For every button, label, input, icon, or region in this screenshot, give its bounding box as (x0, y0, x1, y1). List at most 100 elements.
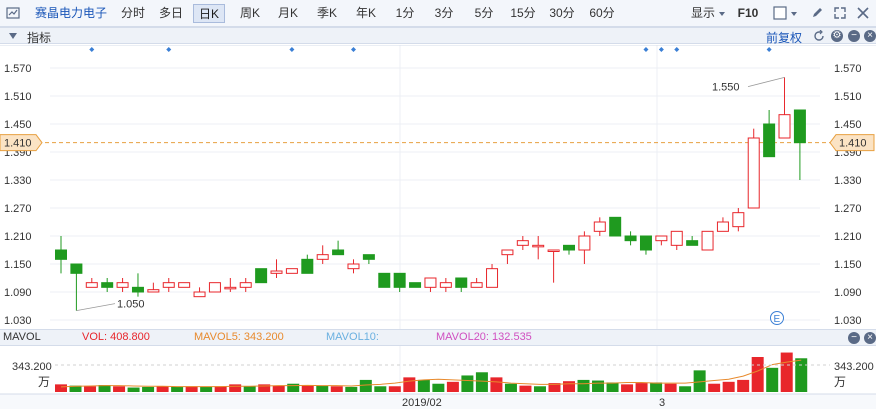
tab-period[interactable]: 分时 (116, 4, 150, 23)
tab-period[interactable]: 15分 (506, 4, 540, 23)
expand-icon[interactable] (833, 6, 847, 20)
volume-bar (621, 384, 634, 392)
volume-level-left: 343.200 (12, 361, 52, 373)
settings-icon[interactable]: ⚙ (831, 30, 843, 42)
candle-body (670, 230, 683, 246)
price-tag-label: 1.410 (4, 138, 32, 150)
candle-body (532, 244, 545, 248)
mavol5-value: MAVOL5: 343.200 (194, 331, 284, 343)
mavol-label[interactable]: MAVOL (3, 331, 41, 343)
candle-body (455, 277, 468, 288)
checkbox-icon[interactable] (773, 6, 787, 20)
candle-body (193, 291, 206, 298)
indicator-label[interactable]: 指标 (27, 29, 51, 46)
minus-icon[interactable]: − (848, 30, 860, 42)
chart-background (0, 45, 876, 329)
volume-bar (403, 377, 416, 392)
stock-list-icon[interactable] (6, 6, 20, 20)
candle-body (208, 282, 221, 293)
candle-body (501, 249, 514, 256)
stock-name[interactable]: 赛晶电力电子 (27, 4, 115, 23)
f10-button[interactable]: F10 (735, 4, 761, 23)
candle[interactable] (178, 282, 191, 288)
volume-bar: MAVOL VOL: 408.800 MAVOL5: 343.200 MAVOL… (0, 329, 876, 346)
collapse-triangle-icon[interactable] (9, 32, 17, 40)
current-price-tag: 1.410 (0, 134, 43, 152)
low-price-label: 1.050 (117, 299, 145, 311)
y-tick-right: 1.210 (834, 231, 862, 243)
candle[interactable] (208, 282, 221, 293)
tab-period[interactable]: 1分 (390, 4, 420, 23)
display-menu[interactable]: 显示 (688, 4, 718, 23)
minus-icon[interactable]: − (848, 332, 860, 344)
tab-period[interactable]: 60分 (585, 4, 619, 23)
adjust-button[interactable]: 前复权 (766, 29, 802, 46)
candle[interactable] (609, 216, 622, 237)
volume-bar (432, 383, 445, 392)
candle-body (316, 254, 329, 260)
tab-period[interactable]: 30分 (545, 4, 579, 23)
candle[interactable] (255, 268, 268, 284)
tab-period[interactable]: 多日 (153, 4, 189, 23)
candle[interactable] (747, 128, 760, 209)
candle-body (778, 114, 791, 139)
volume-bar (272, 385, 285, 392)
volume-bar (330, 386, 343, 392)
candle-body (716, 221, 729, 232)
tab-period[interactable]: 季K (311, 4, 343, 23)
volume-bar (417, 379, 430, 392)
chevron-down-icon[interactable] (790, 10, 798, 18)
volume-bar (229, 384, 242, 392)
y-tick-left: 1.330 (4, 175, 32, 187)
candle[interactable] (285, 268, 298, 274)
y-tick-right: 1.090 (834, 287, 862, 299)
tab-period[interactable]: 5分 (469, 4, 499, 23)
candle[interactable] (378, 272, 391, 288)
candlestick-chart[interactable]: 1.570 1.5701.510 1.5101.450 1.4501.390 1.390… (0, 45, 876, 329)
volume-bar (490, 377, 503, 392)
volume-bar (722, 381, 735, 392)
volume-bar (650, 382, 663, 392)
vol-value: VOL: 408.800 (82, 331, 150, 343)
tab-period[interactable]: 月K (272, 4, 304, 23)
candle-body (55, 249, 67, 260)
volume-unit-left: 万 (38, 375, 50, 389)
e-marker-icon[interactable]: E (770, 311, 784, 326)
close-panel-icon[interactable]: × (864, 332, 876, 344)
candle-body (239, 282, 252, 288)
volume-chart[interactable]: 343.200 343.200 万 万 2019/02 3 (0, 346, 876, 409)
volume-bar (287, 383, 300, 392)
volume-bar (606, 382, 619, 392)
close-icon[interactable] (856, 6, 870, 20)
high-price-label: 1.550 (712, 82, 740, 94)
candle[interactable] (409, 282, 422, 288)
volume-bar (795, 358, 808, 392)
candle-body (624, 235, 637, 242)
mavol20-value: MAVOL20: 132.535 (436, 331, 532, 343)
candle-body (686, 240, 699, 246)
tab-period[interactable]: 日K (193, 4, 225, 23)
tab-period[interactable]: 周K (234, 4, 266, 23)
candle-body (516, 240, 529, 246)
volume-bar (751, 357, 764, 392)
refresh-icon[interactable] (813, 30, 825, 42)
indicator-bar: 指标 前复权 ⚙ − × (0, 27, 876, 46)
volume-bar (185, 386, 198, 392)
y-tick-right: 1.510 (834, 91, 862, 103)
candle-body (347, 263, 360, 270)
volume-bar (214, 386, 227, 392)
y-tick-right: 1.330 (834, 175, 862, 187)
volume-bar (780, 352, 793, 392)
chevron-down-icon[interactable] (718, 10, 726, 18)
candle[interactable] (701, 230, 714, 251)
candle-body (747, 137, 760, 209)
tab-period[interactable]: 年K (350, 4, 382, 23)
candle-body (301, 258, 314, 274)
candle-body (270, 270, 283, 274)
volume-bar (504, 383, 517, 392)
y-tick-left: 1.150 (4, 259, 32, 271)
pen-icon[interactable] (810, 6, 824, 20)
close-panel-icon[interactable]: × (864, 30, 876, 42)
tab-period[interactable]: 3分 (428, 4, 460, 23)
candle-body (362, 254, 375, 260)
